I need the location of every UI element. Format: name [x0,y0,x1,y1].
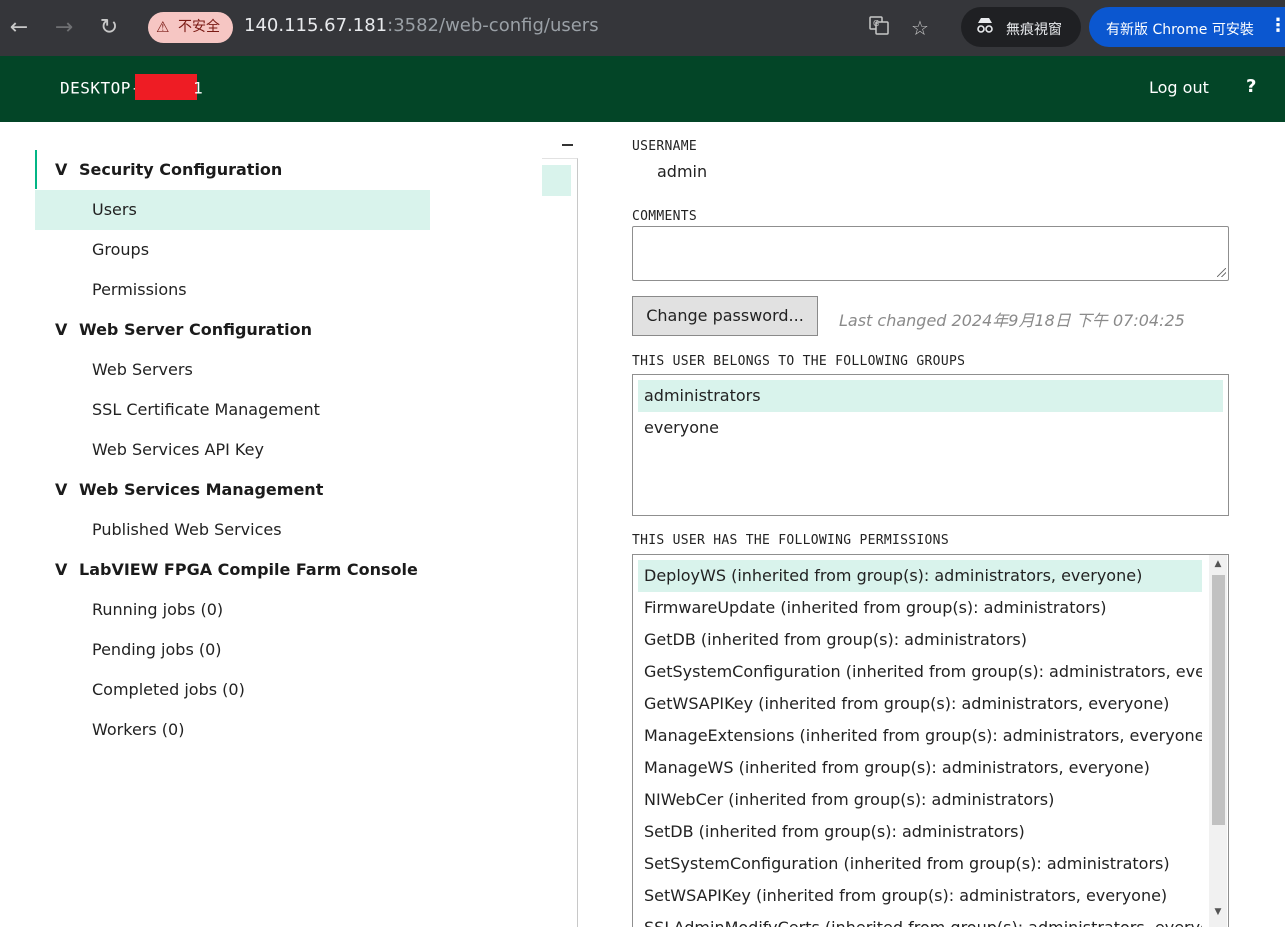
hostname-prefix: DESKTOP- [60,78,142,98]
comments-label: COMMENTS [632,209,698,224]
browser-toolbar: ← → ↻ ⚠ 不安全 140.115.67.181:3582/web-conf… [0,0,1285,56]
list-item[interactable]: GetDB (inherited from group(s): administ… [638,624,1202,656]
warning-icon: ⚠ [156,18,170,36]
list-item[interactable]: GetWSAPIKey (inherited from group(s): ad… [638,688,1202,720]
username-value: admin [657,162,708,181]
incognito-label: 無痕視窗 [1006,22,1062,38]
list-item[interactable]: ManageWS (inherited from group(s): admin… [638,752,1202,784]
list-item[interactable]: SetDB (inherited from group(s): administ… [638,816,1202,848]
list-item[interactable]: SetWSAPIKey (inherited from group(s): ad… [638,880,1202,912]
username-label: USERNAME [632,139,698,154]
list-item[interactable]: DeployWS (inherited from group(s): admin… [638,560,1202,592]
redaction-box [135,74,198,100]
section-label: Web Services Management [79,480,324,499]
url-path: :3582/web-config/users [387,15,599,36]
sidebar-item-ssl-certificate-management[interactable]: SSL Certificate Management [92,392,320,428]
section-label: Security Configuration [79,160,283,179]
splitter-highlight [542,165,571,196]
list-item[interactable]: SSLAdminModifyCerts (inherited from grou… [638,912,1202,927]
menu-kebab-icon[interactable]: ⋮ [1269,15,1285,36]
sidebar-item-groups[interactable]: Groups [92,232,149,268]
url-host: 140.115.67.181 [244,15,388,36]
forward-arrow-icon[interactable]: → [47,11,81,45]
app-header: DESKTOP- 1 Log out ? [0,56,1285,122]
chevron-down-icon [55,152,79,188]
panel-splitter[interactable] [542,158,578,927]
permissions-label: THIS USER HAS THE FOLLOWING PERMISSIONS [632,533,949,548]
hostname-suffix: 1 [193,78,204,98]
bookmark-star-icon[interactable]: ☆ [906,14,934,42]
sidebar-item-permissions[interactable]: Permissions [92,272,187,308]
list-item[interactable]: SetSystemConfiguration (inherited from g… [638,848,1202,880]
section-web-server-configuration[interactable]: Web Server Configuration [55,312,312,348]
permissions-scrollbar[interactable]: ▲ ▼ [1209,555,1227,927]
sidebar-item-published-web-services[interactable]: Published Web Services [92,512,282,548]
scroll-up-arrow-icon[interactable]: ▲ [1209,559,1227,569]
list-item[interactable]: NIWebCer (inherited from group(s): admin… [638,784,1202,816]
sidebar-item-running-jobs[interactable]: Running jobs (0) [92,592,223,628]
list-item[interactable]: GetSystemConfiguration (inherited from g… [638,656,1202,688]
update-label: 有新版 Chrome 可安裝 [1106,22,1254,38]
section-labview-fpga-compile-farm-console[interactable]: LabVIEW FPGA Compile Farm Console [55,552,418,588]
sidebar-item-pending-jobs[interactable]: Pending jobs (0) [92,632,222,668]
scroll-thumb[interactable] [1212,575,1225,825]
translate-icon[interactable]: G [865,14,893,42]
list-item[interactable]: everyone [638,412,1223,444]
sidebar-item-web-services-api-key[interactable]: Web Services API Key [92,432,264,468]
section-web-services-management[interactable]: Web Services Management [55,472,323,508]
groups-label: THIS USER BELONGS TO THE FOLLOWING GROUP… [632,354,966,369]
security-warning-label: 不安全 [178,19,220,35]
sidebar: Security Configuration Users Groups Perm… [0,122,540,926]
chevron-down-icon [55,552,79,588]
resize-grip-icon[interactable] [1217,268,1226,277]
hostname: DESKTOP- 1 [60,74,204,100]
chevron-down-icon [55,312,79,348]
reload-icon[interactable]: ↻ [92,11,126,45]
section-label: Web Server Configuration [79,320,312,339]
chrome-update-button[interactable]: 有新版 Chrome 可安裝 ⋮ [1089,7,1285,47]
logout-link[interactable]: Log out [1149,78,1209,97]
permissions-listbox[interactable]: DeployWS (inherited from group(s): admin… [632,554,1229,927]
list-item[interactable]: ManageExtensions (inherited from group(s… [638,720,1202,752]
last-changed-text: Last changed 2024年9月18日 下午 07:04:25 [839,311,1185,330]
chevron-down-icon [55,472,79,508]
sidebar-item-users[interactable]: Users [92,192,137,228]
groups-listbox[interactable]: administrators everyone [632,374,1229,516]
list-item[interactable]: administrators [638,380,1223,412]
incognito-icon [975,16,995,38]
sidebar-item-completed-jobs[interactable]: Completed jobs (0) [92,672,245,708]
list-item[interactable]: FirmwareUpdate (inherited from group(s):… [638,592,1202,624]
sidebar-item-workers[interactable]: Workers (0) [92,712,184,748]
section-label: LabVIEW FPGA Compile Farm Console [79,560,418,579]
back-arrow-icon[interactable]: ← [2,11,36,45]
comments-textarea[interactable] [632,226,1229,281]
change-password-button[interactable]: Change password... [632,296,818,336]
help-button[interactable]: ? [1246,76,1256,97]
sidebar-item-web-servers[interactable]: Web Servers [92,352,193,388]
incognito-chip[interactable]: 無痕視窗 [961,7,1081,47]
section-security-configuration[interactable]: Security Configuration [55,152,282,188]
svg-text:G: G [873,19,879,28]
address-bar[interactable]: 140.115.67.181:3582/web-config/users [244,15,599,36]
selection-accent [35,150,37,189]
collapse-panel-icon[interactable] [562,144,573,146]
scroll-down-arrow-icon[interactable]: ▼ [1209,907,1227,917]
security-warning-chip[interactable]: ⚠ 不安全 [148,12,233,43]
